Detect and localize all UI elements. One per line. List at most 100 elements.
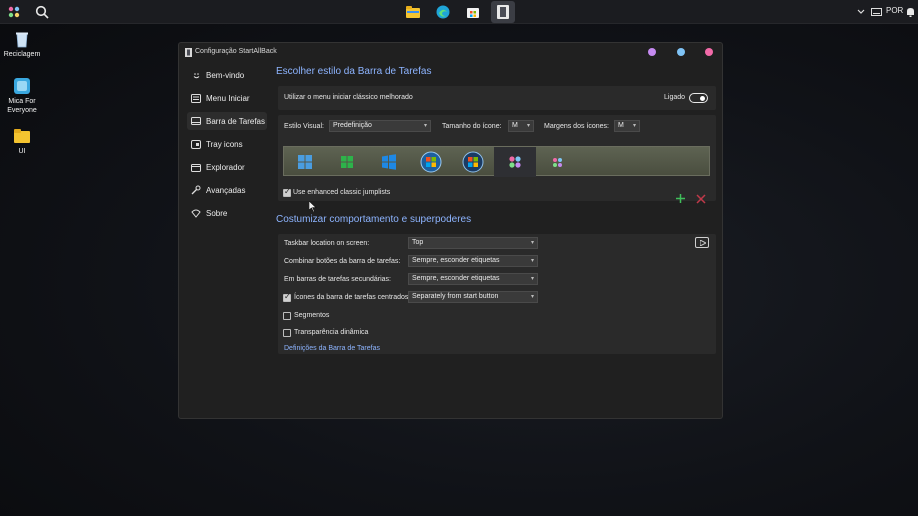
- windows7-orb-icon: [420, 151, 442, 173]
- startallback-icon: [497, 5, 509, 19]
- desktop-icon-label: Mica For Everyone: [7, 98, 37, 114]
- small-dots-icon: [552, 157, 562, 167]
- style-option-startallback[interactable]: [494, 147, 536, 177]
- style-option-small-dots[interactable]: [536, 147, 578, 177]
- dropdown-caret-icon: ▾: [530, 258, 534, 264]
- combine-buttons-dropdown[interactable]: Sempre, esconder etiquetas ▾: [408, 255, 538, 267]
- notifications-button[interactable]: [904, 5, 916, 19]
- icon-size-label: Tamanho do ícone:: [442, 123, 502, 130]
- desktop-icon-label: Reciclagem: [3, 51, 41, 58]
- language-indicator[interactable]: POR: [886, 6, 903, 15]
- centered-icons-dropdown[interactable]: Separately from start button ▾: [408, 291, 538, 303]
- taskbar-app-startallback[interactable]: [491, 1, 515, 23]
- taskbar: POR: [0, 0, 918, 24]
- secondary-taskbars-dropdown[interactable]: Sempre, esconder etiquetas ▾: [408, 273, 538, 285]
- style-option-win7[interactable]: [410, 147, 452, 177]
- dropdown-value: Sempre, esconder etiquetas: [412, 275, 500, 282]
- window-title: Configuração StartAllBack: [195, 48, 277, 55]
- taskbar-app-edge[interactable]: [434, 3, 452, 21]
- play-video-button[interactable]: [695, 237, 709, 248]
- style-option-win8[interactable]: [284, 147, 326, 177]
- desktop-icon-mica[interactable]: Mica For Everyone: [0, 77, 44, 115]
- add-style-button[interactable]: [675, 189, 687, 203]
- transparency-label: Transparência dinâmica: [294, 329, 369, 336]
- dropdown-value: Top: [412, 239, 424, 246]
- icon-margin-label: Margens dos ícones:: [544, 123, 609, 130]
- windows8-logo-icon: [298, 155, 312, 169]
- folder-icon: [14, 129, 30, 143]
- sidebar-item-taskbar[interactable]: Barra de Tarefas: [187, 112, 267, 130]
- classic-menu-toggle[interactable]: [689, 93, 708, 103]
- maximize-button[interactable]: [677, 48, 685, 56]
- style-option-green[interactable]: [326, 147, 368, 177]
- row-label: Taskbar location on screen:: [284, 240, 370, 247]
- sidebar-item-tray-icons[interactable]: Tray icons: [187, 135, 267, 153]
- tray-overflow-button[interactable]: [855, 6, 867, 18]
- centered-icons-checkbox[interactable]: [283, 292, 291, 302]
- row-label: Em barras de tarefas secundárias:: [284, 276, 391, 283]
- visual-style-dropdown[interactable]: Predefinição ▾: [329, 120, 431, 132]
- dropdown-value: Sempre, esconder etiquetas: [412, 257, 500, 264]
- transparency-checkbox[interactable]: [283, 329, 291, 337]
- sidebar-item-welcome[interactable]: Bem-vindo: [187, 66, 267, 84]
- bell-icon: [906, 8, 914, 17]
- search-button[interactable]: [33, 3, 51, 21]
- app-title-icon: [185, 48, 192, 57]
- dropdown-caret-icon: ▾: [530, 294, 534, 300]
- sidebar-item-label: Avançadas: [206, 185, 246, 195]
- taskbar-app-explorer[interactable]: [404, 3, 422, 21]
- sidebar-item-label: Menu Iniciar: [206, 93, 250, 103]
- play-icon: [700, 240, 706, 246]
- sidebar-item-label: Tray icons: [206, 139, 243, 149]
- keyboard-button[interactable]: [869, 6, 883, 18]
- section-title-taskbar-style: Escolher estilo da Barra de Tarefas: [276, 66, 432, 77]
- sidebar-item-label: Sobre: [206, 208, 228, 218]
- taskbar-location-dropdown[interactable]: Top ▾: [408, 237, 538, 249]
- taskbar-settings-link[interactable]: Definições da Barra de Tarefas: [284, 345, 380, 352]
- dropdown-caret-icon: ▾: [526, 123, 530, 129]
- style-option-vista[interactable]: [452, 147, 494, 177]
- row-label: Combinar botões da barra de tarefas:: [284, 258, 401, 265]
- row-label: Ícones da barra de tarefas centrados: [294, 294, 409, 301]
- icon-size-dropdown[interactable]: M ▾: [508, 120, 534, 132]
- mouse-cursor-icon: [309, 201, 317, 212]
- behavior-panel: Taskbar location on screen: Top ▾ Combina…: [278, 234, 716, 354]
- start-menu-icon: [191, 93, 201, 103]
- dropdown-caret-icon: ▾: [423, 123, 427, 129]
- classic-menu-row: Utilizar o menu iniciar clássico melhora…: [278, 86, 716, 110]
- green-tiles-icon: [341, 156, 353, 168]
- about-icon: [191, 208, 201, 218]
- sidebar-item-explorer[interactable]: Explorador: [187, 158, 267, 176]
- dropdown-value: Separately from start button: [412, 293, 499, 300]
- sidebar-item-advanced[interactable]: Avançadas: [187, 181, 267, 199]
- desktop-icon-recycle-bin[interactable]: Reciclagem: [0, 30, 44, 59]
- chevron-down-icon: [857, 9, 865, 14]
- startallback-settings-window: Configuração StartAllBack Bem-vindo Menu…: [178, 42, 723, 419]
- dropdown-caret-icon: ▾: [530, 276, 534, 282]
- dropdown-value: M: [618, 122, 624, 129]
- start-button[interactable]: [6, 4, 22, 20]
- sidebar-item-start-menu[interactable]: Menu Iniciar: [187, 89, 267, 107]
- jumplists-label: Use enhanced classic jumplists: [293, 189, 391, 196]
- remove-style-button[interactable]: [696, 189, 708, 204]
- minimize-button[interactable]: [648, 48, 656, 56]
- dropdown-caret-icon: ▾: [632, 123, 636, 129]
- edge-icon: [436, 5, 450, 19]
- taskbar-app-store[interactable]: [464, 3, 482, 21]
- icon-margin-dropdown[interactable]: M ▾: [614, 120, 640, 132]
- taskbar-style-picker: [283, 146, 710, 177]
- title-bar[interactable]: Configuração StartAllBack: [179, 43, 722, 63]
- mica-app-icon: [14, 78, 30, 94]
- segments-checkbox[interactable]: [283, 312, 291, 320]
- style-option-win10[interactable]: [368, 147, 410, 177]
- jumplists-checkbox[interactable]: [283, 187, 291, 197]
- dropdown-caret-icon: ▾: [530, 240, 534, 246]
- classic-menu-label: Utilizar o menu iniciar clássico melhora…: [284, 94, 413, 101]
- sidebar-item-about[interactable]: Sobre: [187, 204, 267, 222]
- desktop-icon-ui-folder[interactable]: UI: [0, 127, 44, 156]
- section-title-behavior: Costumizar comportamento e superpoderes: [276, 214, 472, 225]
- visual-style-label: Estilo Visual:: [284, 123, 324, 130]
- segments-label: Segmentos: [294, 312, 330, 319]
- file-explorer-icon: [406, 6, 420, 18]
- close-button[interactable]: [705, 48, 713, 56]
